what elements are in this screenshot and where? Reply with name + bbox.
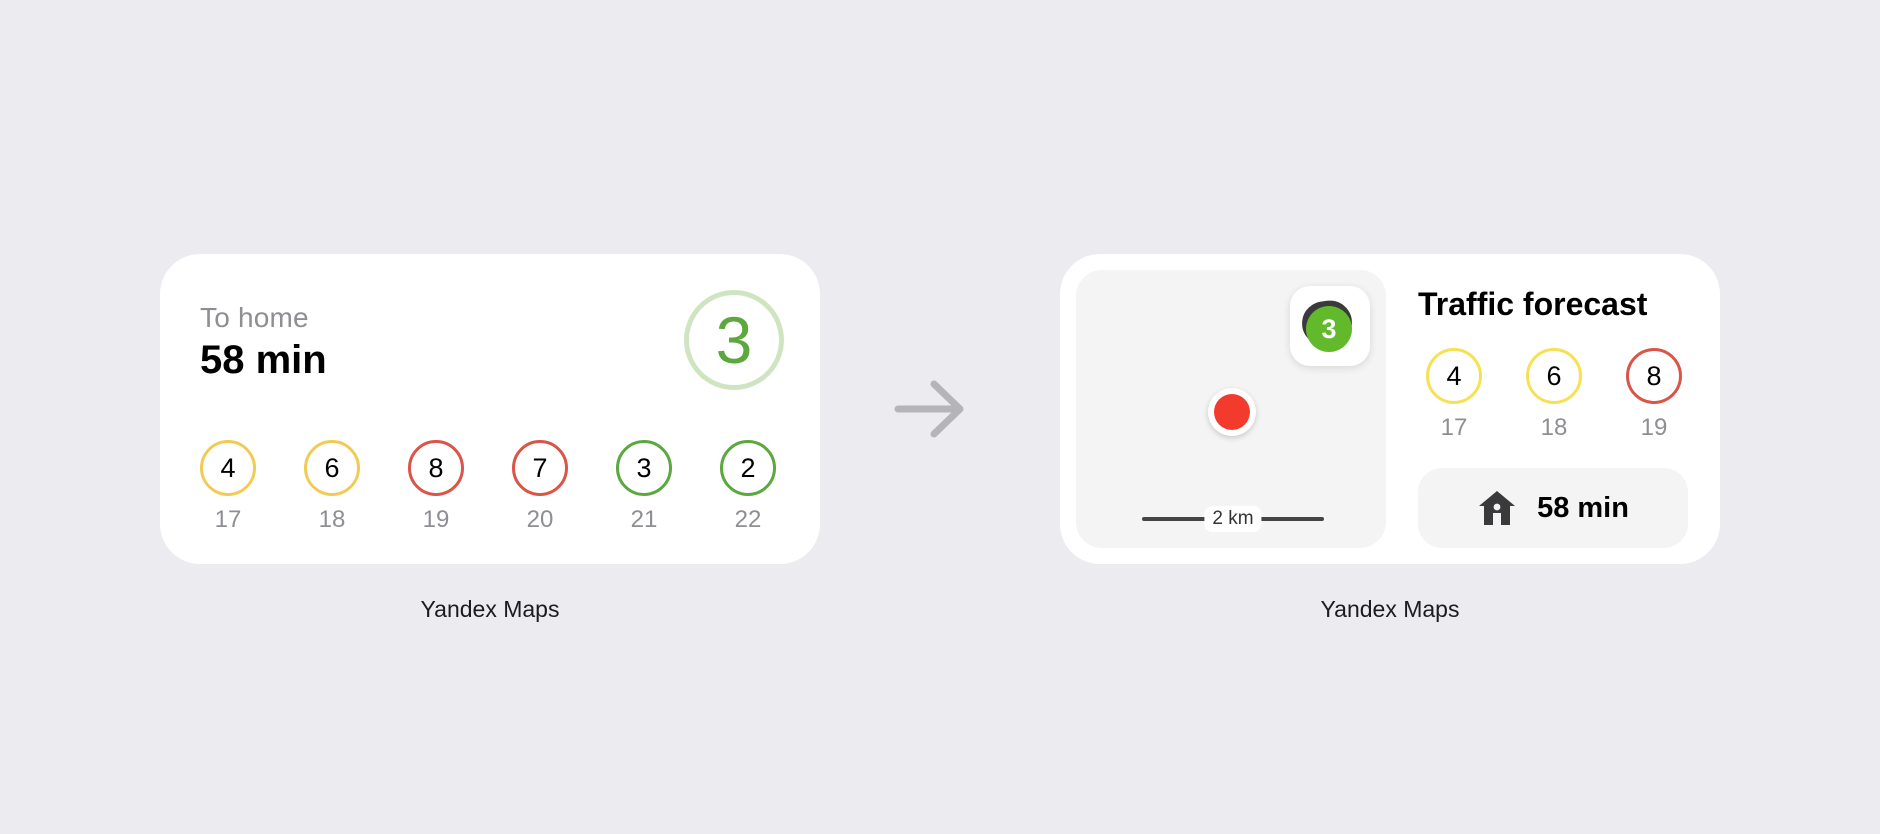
forecast-hour: 20 xyxy=(526,506,554,533)
arrow-right-icon xyxy=(894,380,964,438)
app-icon: 3 xyxy=(1290,286,1370,366)
forecast-item: 7 20 xyxy=(512,440,568,534)
traffic-level-circle: 8 xyxy=(408,440,464,496)
traffic-level-circle: 6 xyxy=(304,440,360,496)
travel-time: 58 min xyxy=(200,338,327,382)
destination-label: To home xyxy=(200,302,309,333)
forecast-item: 3 21 xyxy=(616,440,672,534)
traffic-level-circle: 8 xyxy=(1626,348,1682,404)
location-pin-icon xyxy=(1208,388,1256,436)
widget-caption: Yandex Maps xyxy=(420,596,560,622)
forecast-hour: 22 xyxy=(734,506,762,533)
traffic-score-badge: 3 xyxy=(684,290,784,390)
traffic-widget-small[interactable]: To home 58 min 3 4 17 6 18 8 19 7 20 3 2… xyxy=(160,254,820,564)
forecast-item: 2 22 xyxy=(720,440,776,534)
forecast-item: 4 17 xyxy=(1426,348,1482,442)
traffic-level-circle: 4 xyxy=(200,440,256,496)
traffic-level-circle: 4 xyxy=(1426,348,1482,404)
route-home-button[interactable]: 58 min xyxy=(1418,468,1688,548)
traffic-level-circle: 7 xyxy=(512,440,568,496)
hourly-forecast: 4 17 6 18 8 19 7 20 3 21 2 22 xyxy=(200,440,776,534)
forecast-item: 4 17 xyxy=(200,440,256,534)
hourly-forecast: 4 17 6 18 8 19 xyxy=(1426,348,1682,442)
forecast-hour: 18 xyxy=(318,506,346,533)
house-icon xyxy=(1479,491,1516,525)
traffic-level-circle: 2 xyxy=(720,440,776,496)
traffic-widget-medium[interactable]: 3 2 km Traffic forecast 4 17 6 18 8 19 5… xyxy=(1060,254,1720,564)
forecast-hour: 17 xyxy=(1440,414,1468,441)
traffic-level-circle: 3 xyxy=(616,440,672,496)
forecast-item: 8 19 xyxy=(408,440,464,534)
widget-caption: Yandex Maps xyxy=(1320,596,1460,622)
forecast-hour: 21 xyxy=(630,506,658,533)
forecast-hour: 18 xyxy=(1540,414,1568,441)
traffic-score-badge: 3 xyxy=(1306,306,1352,352)
forecast-item: 6 18 xyxy=(1526,348,1582,442)
forecast-hour: 19 xyxy=(1640,414,1668,441)
forecast-item: 8 19 xyxy=(1626,348,1682,442)
forecast-item: 6 18 xyxy=(304,440,360,534)
travel-time: 58 min xyxy=(1537,491,1629,524)
map-scale: 2 km xyxy=(1142,504,1324,534)
map-preview[interactable]: 3 2 km xyxy=(1076,270,1386,548)
forecast-hour: 17 xyxy=(214,506,242,533)
forecast-title: Traffic forecast xyxy=(1418,286,1648,322)
forecast-hour: 19 xyxy=(422,506,450,533)
scale-label: 2 km xyxy=(1204,506,1262,532)
traffic-level-circle: 6 xyxy=(1526,348,1582,404)
